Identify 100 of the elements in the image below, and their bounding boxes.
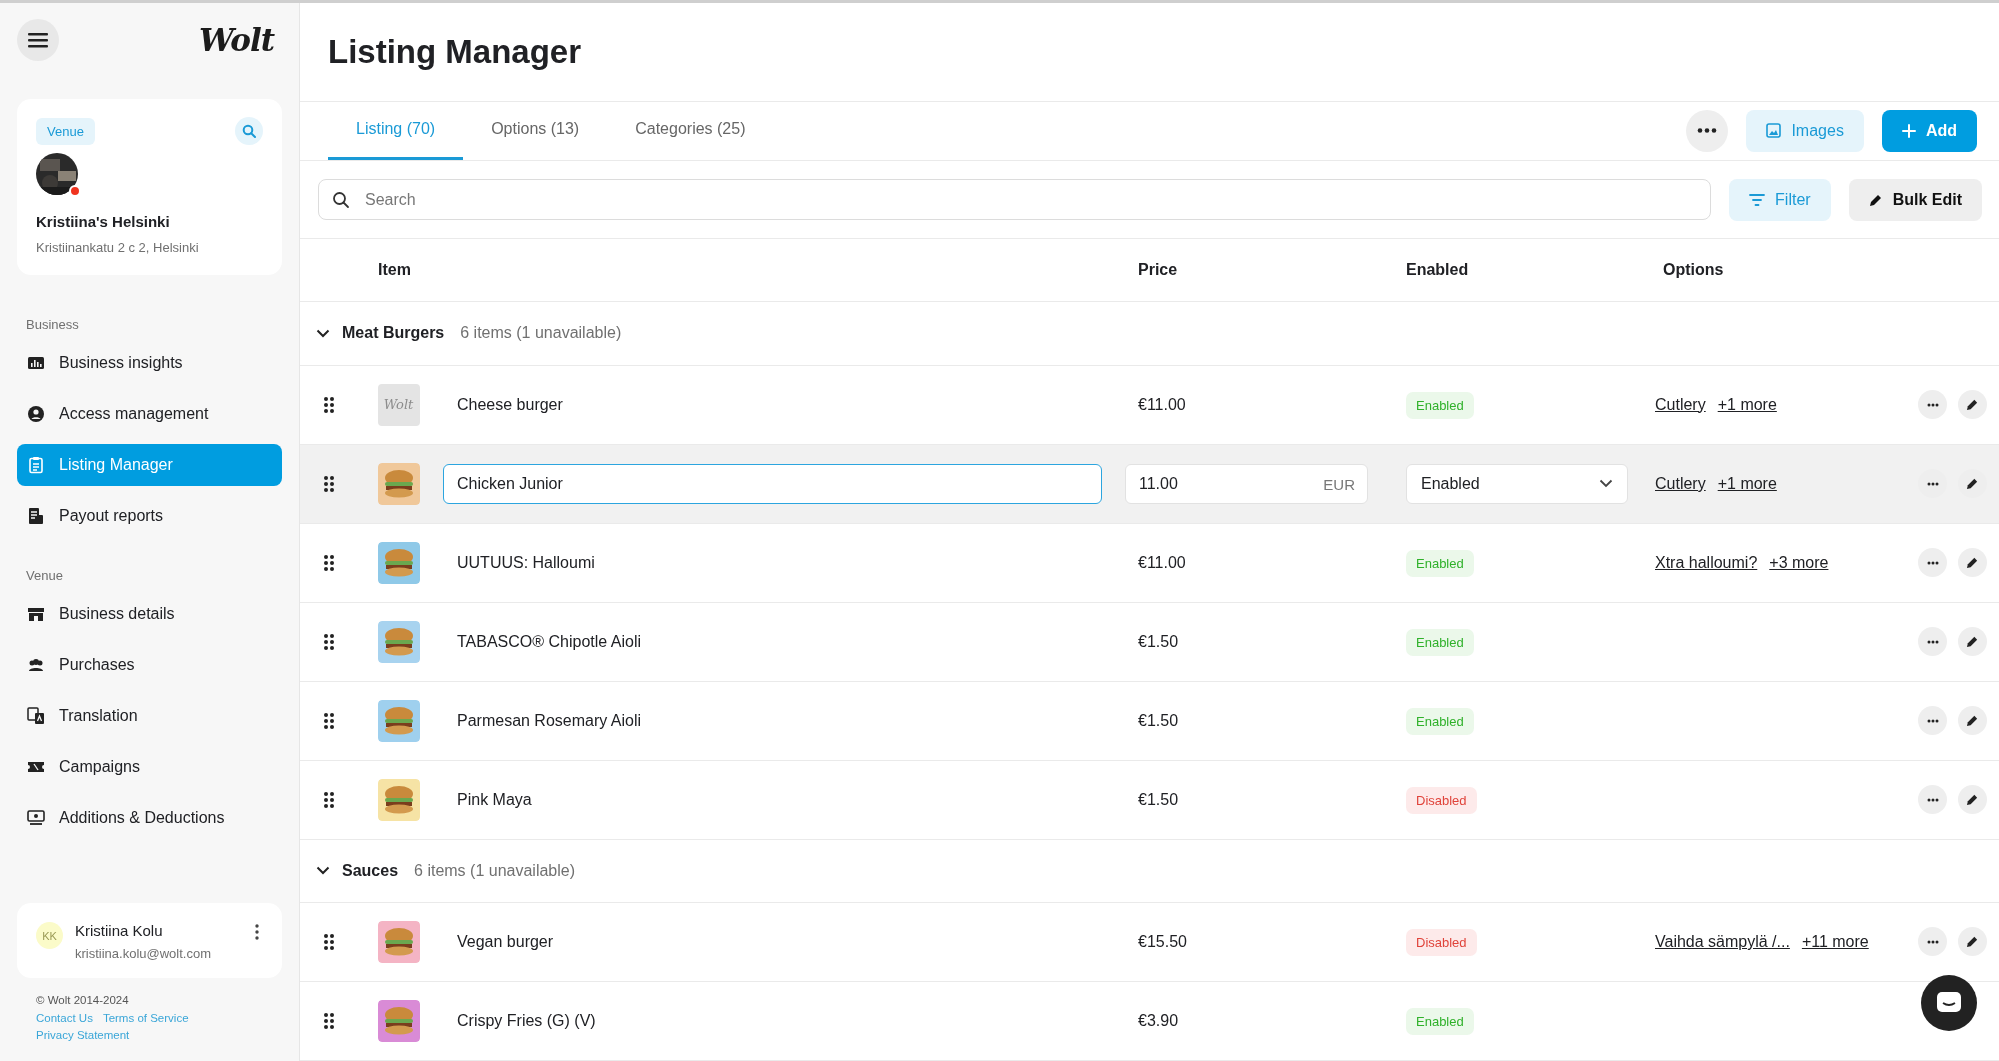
status-dot [69, 185, 81, 197]
chevron-icon [1599, 479, 1613, 489]
pencil-icon [1966, 477, 1979, 491]
drag-handle-icon[interactable] [323, 790, 335, 809]
more-icon [1926, 560, 1939, 565]
nav-item[interactable]: Purchases [17, 644, 282, 686]
search-field[interactable]: Search [318, 179, 1712, 221]
more-icon [1926, 639, 1939, 644]
chevron-icon[interactable] [316, 866, 330, 876]
option-link[interactable]: Cutlery [1655, 474, 1706, 493]
status-badge: Disabled [1406, 786, 1477, 814]
more-icon [1926, 939, 1939, 944]
edit-button[interactable] [1958, 706, 1987, 736]
option-link[interactable]: +11 more [1801, 932, 1869, 951]
more-icon [1697, 128, 1718, 134]
translate-icon [27, 707, 45, 725]
item-price: €1.50 [1138, 711, 1179, 729]
nav-item[interactable]: Business details [17, 593, 282, 635]
pencil-icon [1966, 935, 1979, 949]
edit-button[interactable] [1958, 390, 1987, 420]
item-price: €1.50 [1138, 632, 1179, 650]
nav-item[interactable]: Translation [17, 695, 282, 737]
chat-button[interactable] [1921, 975, 1977, 1031]
column-header: Price [1137, 261, 1179, 280]
drag-handle-icon[interactable] [323, 711, 335, 730]
item-price: €15.50 [1138, 932, 1187, 950]
group-icon [27, 656, 45, 674]
drag-handle-icon[interactable] [323, 553, 335, 572]
drag-handle-icon[interactable] [323, 1012, 335, 1030]
status-badge: Enabled [1406, 1008, 1474, 1035]
option-link[interactable]: +3 more [1769, 553, 1829, 572]
nav-item[interactable]: Additions & Deductions [17, 797, 282, 839]
nav-item[interactable]: Access management [17, 393, 282, 435]
filter-icon [1749, 193, 1766, 206]
drag-handle-icon[interactable] [323, 474, 335, 493]
nav-item[interactable]: Campaigns [17, 746, 282, 788]
more-icon [255, 924, 259, 940]
menu-button[interactable] [17, 19, 59, 61]
edit-button[interactable] [1958, 927, 1987, 957]
placeholder-thumbnail: Wolt [377, 383, 420, 426]
column-header: Enabled [1405, 261, 1470, 280]
more-icon [1926, 718, 1939, 723]
user-email: kristiina.kolu@wolt.com [75, 946, 212, 961]
nav-item[interactable]: Business insights [17, 342, 282, 384]
item-name: Pink Maya [457, 790, 532, 808]
option-link[interactable]: Vaihda sämpylä /... [1655, 932, 1790, 951]
currency-label: EUR [1323, 475, 1355, 493]
chevron-icon[interactable] [316, 328, 330, 338]
category-name: Sauces [342, 861, 399, 880]
search-icon [332, 191, 350, 210]
pencil-icon [1966, 714, 1979, 728]
doc-icon [27, 507, 45, 525]
option-link[interactable]: +1 more [1717, 395, 1777, 414]
item-price: €11.00 [1138, 553, 1186, 571]
category-summary: 6 items (1 unavailable) [414, 861, 575, 880]
image-icon [1766, 123, 1782, 139]
edit-button[interactable] [1958, 548, 1987, 578]
drag-handle-icon[interactable] [323, 395, 335, 414]
more-icon [1926, 481, 1939, 486]
item-name: Cheese burger [457, 395, 563, 413]
chat-icon [1936, 991, 1962, 1015]
item-name: Crispy Fries (G) (V) [457, 1012, 596, 1029]
drag-handle-icon[interactable] [323, 632, 335, 651]
edit-button[interactable] [1958, 627, 1987, 657]
chart-icon [27, 354, 45, 372]
bulk-edit-button[interactable]: Bulk Edit [1848, 178, 1982, 221]
pencil-icon [1966, 556, 1979, 570]
search-button[interactable] [235, 117, 263, 145]
item-name-field[interactable]: Chicken Junior [443, 463, 1102, 504]
item-name: Parmesan Rosemary Aioli [457, 711, 642, 729]
logo: Wolt [198, 22, 274, 58]
search-icon [242, 124, 256, 138]
pencil-icon [1868, 192, 1883, 207]
option-link[interactable]: Cutlery [1655, 395, 1706, 414]
status-dropdown[interactable]: Enabled [1406, 463, 1628, 504]
store-icon [27, 605, 45, 623]
person-icon [27, 405, 45, 423]
edit-button[interactable] [1958, 785, 1987, 815]
pencil-icon [1966, 635, 1979, 649]
status-badge: Enabled [1406, 549, 1474, 577]
tab[interactable]: Categories (25) [607, 101, 774, 161]
status-badge: Enabled [1406, 628, 1474, 656]
option-link[interactable]: Xtra halloumi? [1655, 553, 1758, 572]
venue-chip: Venue [36, 117, 95, 145]
page-title: Listing Manager [328, 32, 582, 71]
column-header: Item [377, 261, 412, 280]
pencil-icon [1966, 793, 1979, 807]
category-name: Meat Burgers [342, 324, 445, 343]
nav-item[interactable]: Payout reports [17, 495, 282, 537]
option-link[interactable]: +1 more [1717, 474, 1777, 493]
more-icon [1926, 797, 1939, 802]
tab[interactable]: Options (13) [463, 101, 608, 161]
category-summary: 6 items (1 unavailable) [460, 324, 622, 343]
status-badge: Enabled [1406, 391, 1474, 419]
more-icon [1926, 402, 1939, 407]
venue-address: Kristiinankatu 2 c 2, Helsinki [36, 240, 200, 255]
copyright-text: © Wolt 2014-2024 [36, 994, 130, 1006]
item-price: €11.00 [1138, 395, 1186, 413]
drag-handle-icon[interactable] [323, 932, 335, 951]
item-name: TABASCO® Chipotle Aioli [457, 632, 641, 650]
